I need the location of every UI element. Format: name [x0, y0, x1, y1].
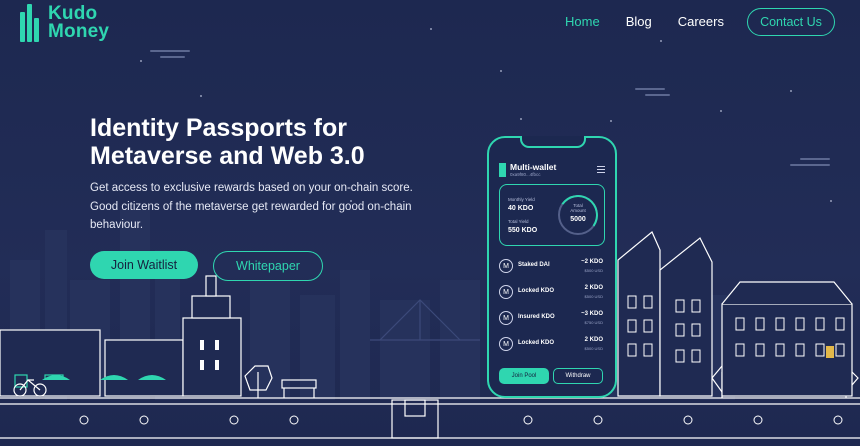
coin-icon: M: [499, 285, 513, 299]
coin-icon: M: [499, 337, 513, 351]
hero-description: Get access to exclusive rewards based on…: [90, 179, 420, 235]
asset-usd: $500 USD: [584, 268, 603, 273]
total-amount-label-1: Total: [573, 203, 583, 208]
withdraw-button[interactable]: Withdraw: [553, 368, 603, 384]
nav-home[interactable]: Home: [565, 14, 600, 29]
nav-careers[interactable]: Careers: [678, 14, 724, 29]
wallet-title: Multi-wallet: [510, 162, 557, 172]
coin-icon: M: [499, 259, 513, 273]
total-yield-label: Total Yield: [508, 219, 529, 224]
total-yield-value: 550 KDO: [508, 227, 538, 234]
asset-usd: $500 USD: [584, 294, 603, 299]
wallet-logo-icon: [499, 162, 506, 177]
hamburger-menu-icon[interactable]: [597, 166, 605, 175]
asset-row[interactable]: M Staked DAI ~2 KDO $500 USD: [499, 258, 603, 276]
coin-icon: M: [499, 311, 513, 325]
yield-summary-card: Monthly Yield 40 KDO Total Yield 550 KDO…: [499, 184, 605, 246]
asset-usd: $750 USD: [584, 320, 603, 325]
hero-title: Identity Passports for Metaverse and Web…: [90, 114, 450, 170]
logo-icon: [20, 4, 42, 42]
asset-name: Locked KDO: [518, 340, 555, 346]
asset-name: Staked DAI: [518, 262, 550, 268]
logo-wordmark: Kudo Money: [48, 4, 110, 42]
hero-desc-line-3: behaviour.: [90, 219, 144, 231]
whitepaper-button[interactable]: Whitepaper: [213, 251, 323, 281]
asset-amount: ~2 KDO: [581, 259, 603, 265]
hero-title-line-2: Metaverse and Web 3.0: [90, 142, 365, 170]
nav-blog[interactable]: Blog: [626, 14, 652, 29]
contact-us-button[interactable]: Contact Us: [747, 8, 835, 36]
join-waitlist-button[interactable]: Join Waitlist: [90, 251, 198, 279]
total-amount-label-2: Amount: [570, 208, 586, 213]
total-amount-value: 5000: [570, 216, 586, 223]
asset-name: Locked KDO: [518, 288, 555, 294]
monthly-yield-label: Monthly Yield: [508, 197, 535, 202]
main-nav: Home Blog Careers: [565, 14, 724, 29]
monthly-yield-value: 40 KDO: [508, 205, 534, 212]
asset-name: Insured KDO: [518, 314, 555, 320]
asset-usd: $500 USD: [584, 346, 603, 351]
asset-row[interactable]: M Locked KDO 2 KDO $500 USD: [499, 284, 603, 302]
wallet-header: Multi-wallet 0xa9f80...4fbcc: [499, 162, 556, 177]
wallet-address: 0xa9f80...4fbcc: [510, 172, 541, 177]
join-pool-button[interactable]: Join Pool: [499, 368, 549, 384]
total-amount-ring: Total Amount 5000: [558, 195, 598, 235]
hero-desc-line-1: Get access to exclusive rewards based on…: [90, 182, 413, 194]
asset-amount: 2 KDO: [584, 285, 603, 291]
kudo-money-logo[interactable]: Kudo Money: [20, 4, 109, 42]
hero-desc-line-2: Good citizens of the metaverse get rewar…: [90, 200, 412, 213]
phone-notch: [520, 136, 586, 148]
phone-mockup: Multi-wallet 0xa9f80...4fbcc Monthly Yie…: [487, 136, 617, 398]
hero-title-line-1: Identity Passports for: [90, 114, 347, 142]
logo-line-2: Money: [48, 21, 110, 42]
asset-row[interactable]: M Insured KDO ~3 KDO $750 USD: [499, 310, 603, 328]
asset-amount: ~3 KDO: [581, 311, 603, 317]
asset-row[interactable]: M Locked KDO 2 KDO $500 USD: [499, 336, 603, 354]
asset-amount: 2 KDO: [584, 337, 603, 343]
